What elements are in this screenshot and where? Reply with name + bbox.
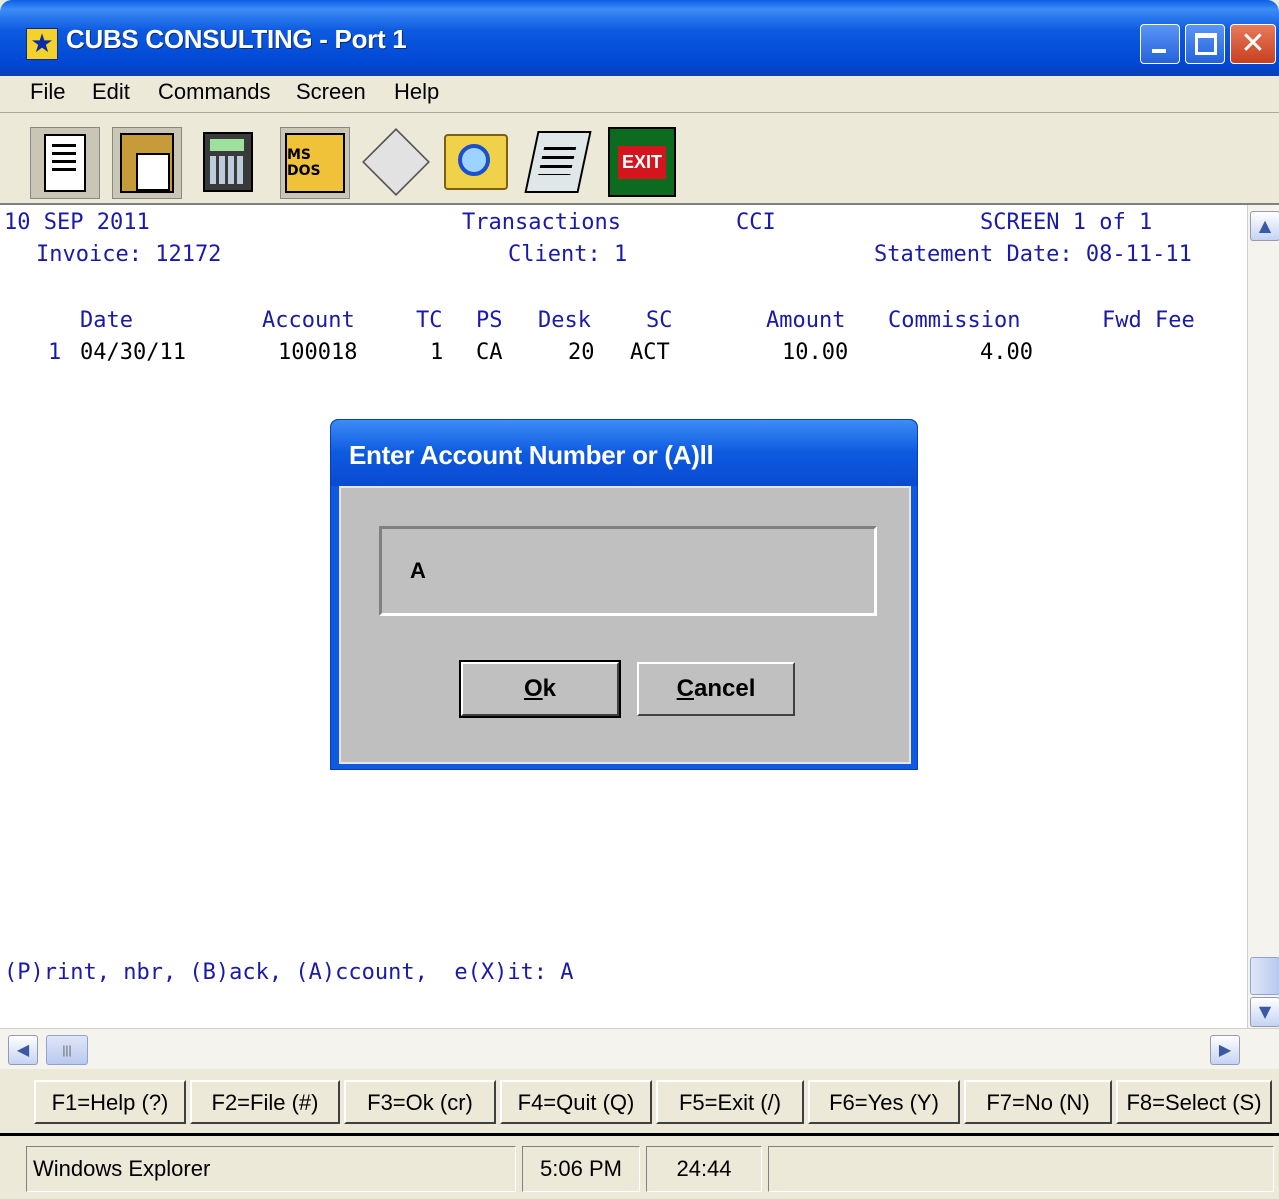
scroll-down-icon[interactable]: ▼ [1250, 997, 1279, 1027]
cell-amount: 10.00 [782, 340, 849, 365]
col-desk: Desk [538, 308, 591, 333]
dialog-title-bar[interactable]: Enter Account Number or (A)ll [331, 420, 917, 486]
close-icon: ✕ [1240, 26, 1266, 61]
cell-commission: 4.00 [980, 340, 1033, 365]
col-fwd-fee: Fwd Fee [1102, 308, 1195, 333]
print-icon [362, 128, 430, 196]
notepad-icon [524, 131, 592, 193]
f6-yes-button[interactable]: F6=Yes (Y) [808, 1080, 960, 1124]
f3-ok-button[interactable]: F3=Ok (cr) [344, 1080, 496, 1124]
calculator-button[interactable] [194, 127, 262, 197]
scroll-right-icon[interactable]: ▶ [1210, 1035, 1240, 1065]
dialog-body: A Ok Cancel [339, 486, 911, 764]
toolbar: MS DOS EXIT [0, 113, 1279, 205]
minimize-icon [1141, 25, 1179, 63]
scroll-up-icon[interactable]: ▲ [1250, 211, 1279, 241]
f5-exit-button[interactable]: F5=Exit (/) [656, 1080, 804, 1124]
f2-file-button[interactable]: F2=File (#) [190, 1080, 340, 1124]
maximize-button[interactable] [1185, 24, 1225, 64]
col-tc: TC [416, 308, 443, 333]
vertical-scrollbar[interactable]: ▲ ▼ [1247, 205, 1279, 1028]
menu-edit[interactable]: Edit [92, 79, 130, 105]
row-number: 1 [48, 340, 62, 365]
copy-icon [44, 134, 86, 192]
calculator-icon [203, 132, 253, 192]
status-empty-pane [768, 1146, 1274, 1192]
cell-date: 04/30/11 [80, 340, 186, 365]
paste-button[interactable] [112, 127, 182, 199]
vertical-scroll-thumb[interactable] [1250, 957, 1279, 995]
account-number-input[interactable]: A [379, 526, 877, 616]
print-button[interactable] [362, 127, 430, 197]
col-account: Account [262, 308, 355, 333]
msdos-icon: MS DOS [285, 133, 345, 193]
dialog-title: Enter Account Number or (A)ll [349, 440, 714, 470]
scroll-left-icon[interactable]: ◀ [8, 1035, 38, 1065]
status-app-name: Windows Explorer [26, 1146, 516, 1192]
company-code: CCI [736, 210, 776, 235]
notepad-button[interactable] [524, 127, 592, 197]
screen-title: Transactions [462, 210, 621, 235]
menu-commands[interactable]: Commands [158, 79, 270, 105]
find-button[interactable] [442, 127, 510, 197]
screen-indicator: SCREEN 1 of 1 [980, 210, 1153, 235]
status-bar: Windows Explorer 5:06 PM 24:44 [0, 1133, 1279, 1199]
menu-help[interactable]: Help [394, 79, 439, 105]
maximize-icon [1186, 25, 1224, 63]
exit-button[interactable]: EXIT [608, 127, 676, 197]
msdos-button[interactable]: MS DOS [280, 127, 350, 199]
col-ps: PS [476, 308, 503, 333]
statement-date-label: Statement Date: 08-11-11 [874, 242, 1192, 267]
title-bar[interactable]: ★ CUBS CONSULTING - Port 1 ✕ [0, 0, 1279, 76]
col-date: Date [80, 308, 133, 333]
cancel-button[interactable]: Cancel [637, 662, 795, 716]
command-prompt[interactable]: (P)rint, nbr, (B)ack, (A)ccount, e(X)it:… [4, 959, 574, 987]
close-button[interactable]: ✕ [1230, 24, 1276, 64]
col-amount: Amount [766, 308, 846, 333]
menu-bar: File Edit Commands Screen Help [0, 76, 1279, 113]
terminal-date: 10 SEP 2011 [4, 210, 150, 235]
cell-sc: ACT [630, 340, 670, 365]
col-commission: Commission [888, 308, 1021, 333]
find-icon [444, 134, 508, 190]
ok-button[interactable]: Ok [459, 660, 621, 718]
account-number-value: A [410, 558, 426, 583]
f8-select-button[interactable]: F8=Select (S) [1116, 1080, 1272, 1124]
menu-file[interactable]: File [30, 79, 65, 105]
f7-no-button[interactable]: F7=No (N) [964, 1080, 1112, 1124]
cell-account: 100018 [278, 340, 358, 365]
minimize-button[interactable] [1140, 24, 1180, 64]
copy-button[interactable] [30, 127, 100, 199]
horizontal-scrollbar[interactable]: ◀ ||| ▶ [0, 1028, 1279, 1069]
exit-icon: EXIT [608, 127, 676, 197]
f4-quit-button[interactable]: F4=Quit (Q) [500, 1080, 652, 1124]
cell-ps: CA [476, 340, 503, 365]
menu-screen[interactable]: Screen [296, 79, 366, 105]
app-star-icon: ★ [26, 28, 58, 60]
f1-help-button[interactable]: F1=Help (?) [34, 1080, 186, 1124]
window-title: CUBS CONSULTING - Port 1 [66, 24, 407, 54]
account-number-dialog: Enter Account Number or (A)ll A Ok Cance… [330, 419, 918, 770]
function-key-bar: F1=Help (?) F2=File (#) F3=Ok (cr) F4=Qu… [0, 1070, 1279, 1130]
col-sc: SC [646, 308, 673, 333]
status-clock: 5:06 PM [522, 1146, 640, 1192]
invoice-label: Invoice: 12172 [36, 242, 222, 267]
status-elapsed: 24:44 [646, 1146, 762, 1192]
client-label: Client: 1 [508, 242, 628, 267]
paste-icon [120, 133, 174, 193]
cell-tc: 1 [430, 340, 444, 365]
cell-desk: 20 [568, 340, 595, 365]
horizontal-scroll-thumb[interactable]: ||| [46, 1035, 88, 1065]
